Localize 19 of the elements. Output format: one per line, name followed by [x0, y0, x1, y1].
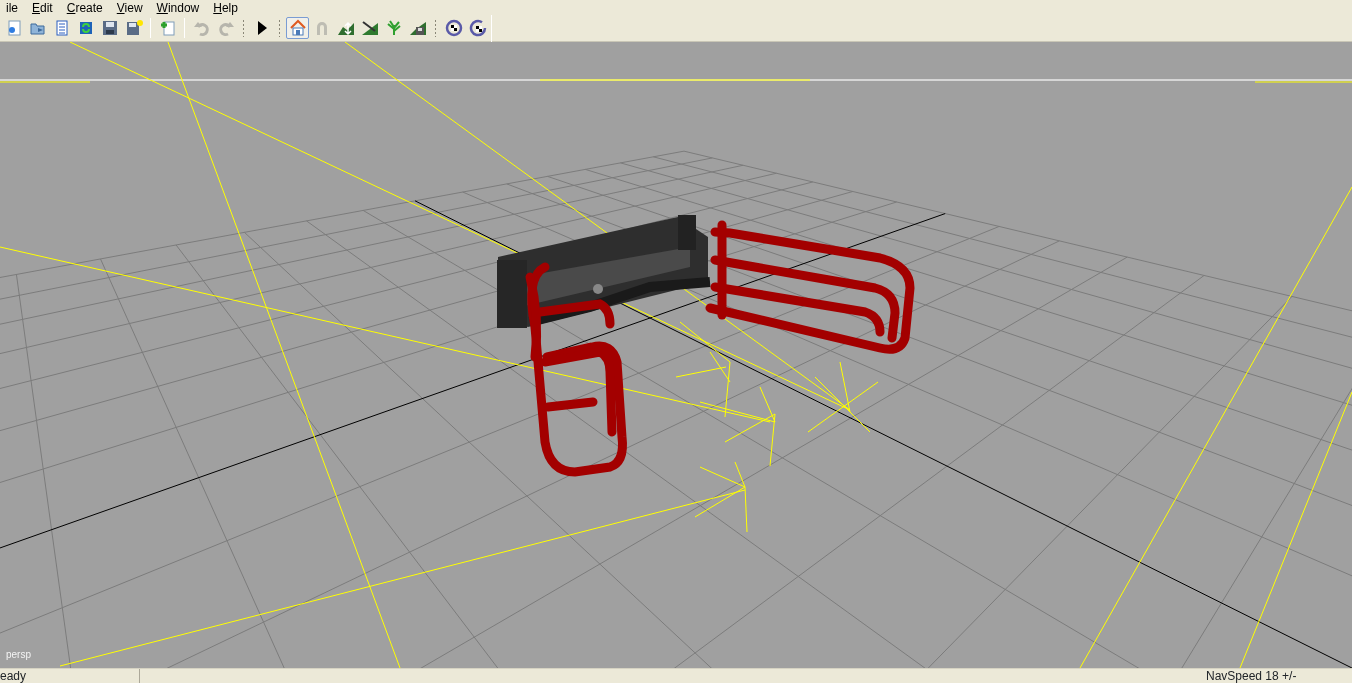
menu-item[interactable]: Help [206, 0, 245, 15]
menu-item[interactable]: Create [59, 0, 110, 15]
status-message: eady [0, 669, 140, 683]
checker-rotate-icon [444, 19, 463, 37]
add-page-icon [158, 19, 177, 37]
toolbar-grip[interactable] [434, 19, 437, 37]
toolbar-grip[interactable] [242, 19, 245, 37]
menu-item[interactable]: ile [0, 0, 25, 15]
nav-speed-text: NavSpeed 18 +/- [1206, 669, 1298, 683]
house-icon [288, 19, 307, 37]
camera-label: persp [6, 648, 31, 662]
menu-item[interactable]: View [109, 0, 150, 15]
terrain-raise-icon [336, 19, 355, 37]
floppy-disk-star-icon [124, 19, 143, 37]
toolbar-grip[interactable] [278, 19, 281, 37]
checker-rotate-icon [468, 19, 487, 37]
terrain-slope-icon [360, 19, 379, 37]
menu-item[interactable]: Window [149, 0, 207, 15]
menu-item[interactable]: Edit [25, 0, 60, 15]
